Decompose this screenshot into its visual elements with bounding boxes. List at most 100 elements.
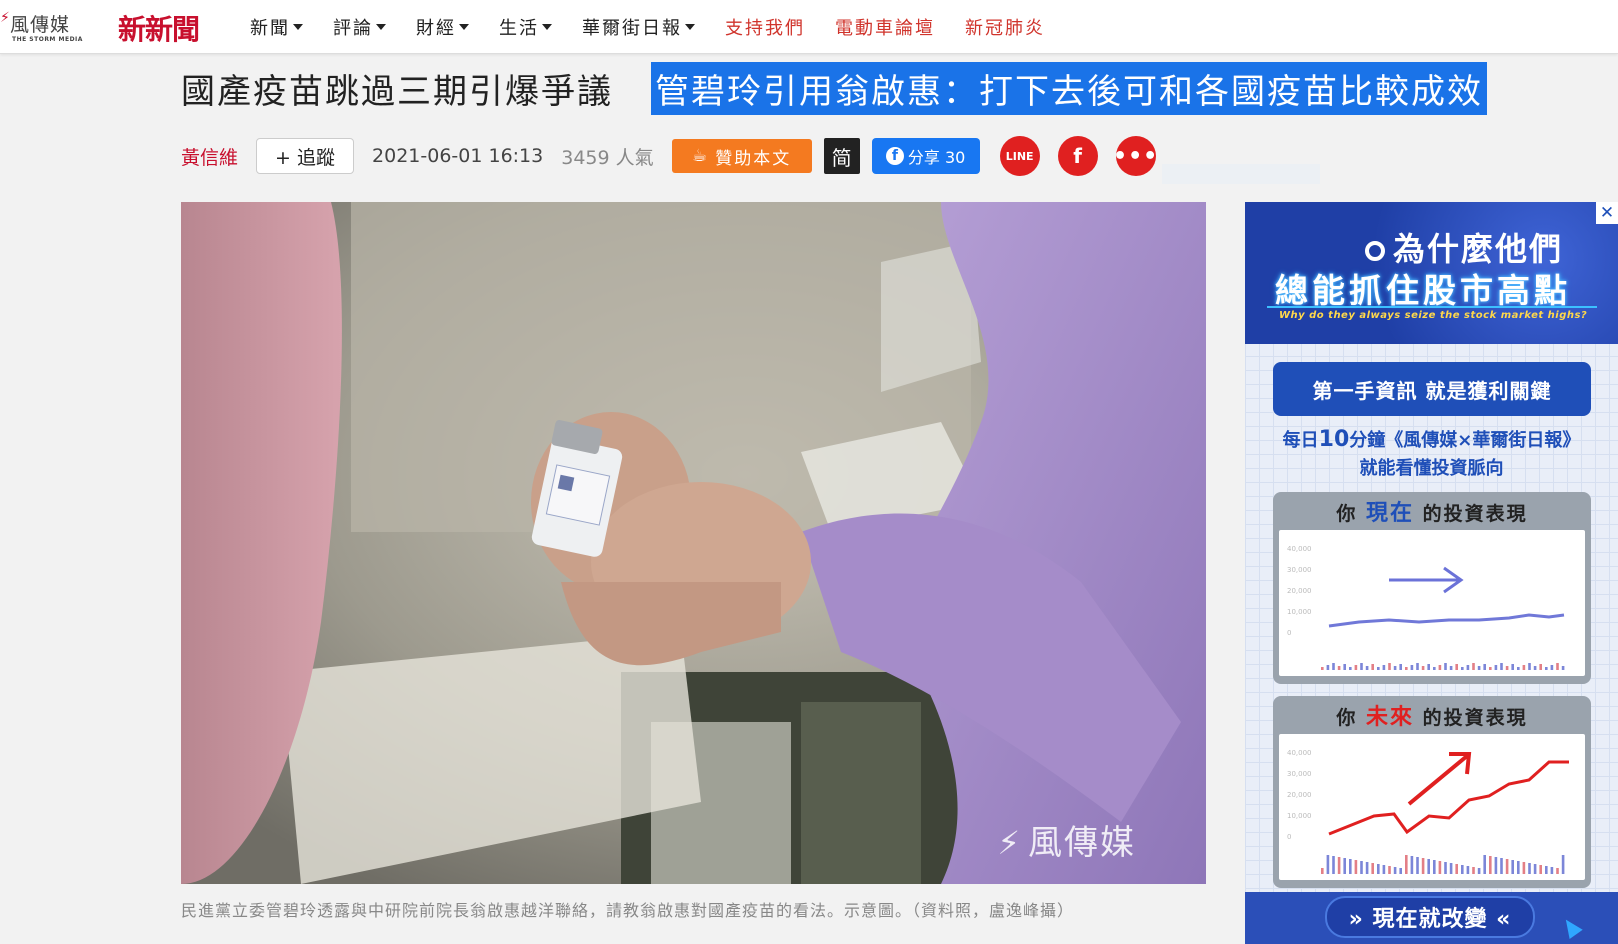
ad-chart-bar (1393, 666, 1397, 670)
article-title-main: 國產疫苗跳過三期引爆爭議 (181, 71, 613, 112)
ad-chart-bar (1416, 857, 1419, 874)
magnifier-icon (1365, 241, 1385, 261)
ad-headline-3: Why do they always seize the stock marke… (1279, 310, 1588, 321)
ad-chart-bar (1472, 663, 1475, 670)
ad-chart-bar (1528, 863, 1531, 874)
ad-chart-tick: 30,000 (1287, 770, 1312, 778)
ad-card-future-post: 的投資表現 (1422, 707, 1528, 729)
ad-cta-button[interactable]: » 現在就改變 « (1325, 896, 1535, 938)
ad-chart-bar (1360, 663, 1363, 670)
ad-chart-bar (1405, 667, 1408, 670)
ad-chart-bar (1421, 858, 1425, 874)
ad-card-future: 你 未來 的投資表現 40,000 30,000 20,000 10,000 0 (1273, 696, 1591, 888)
ad-chart-bar (1466, 866, 1470, 874)
hero-watermark-text: 風傳媒 (1028, 823, 1136, 863)
ad-chart-bar (1349, 667, 1352, 670)
ad-chart-bar (1332, 856, 1335, 874)
image-caption: 民進黨立委管碧玲透露與中研院前院長翁啟惠越洋聯絡，請教翁啟惠對國產疫苗的看法。示… (181, 901, 1075, 920)
author-link[interactable]: 黃信維 (181, 143, 238, 170)
new-news-logo[interactable]: 新新聞 (118, 8, 200, 48)
ad-chart-bar (1528, 663, 1531, 670)
ad-arrow-right-icon (1389, 566, 1464, 594)
ad-chart-bar (1455, 864, 1458, 874)
ad-chart-bar (1343, 664, 1346, 670)
simplified-chinese-button[interactable]: 简 (823, 138, 860, 174)
sidebar-ad[interactable]: 為什麼他們 總能抓住股市高點 Why do they always seize … (1245, 202, 1618, 944)
nav-item-label: 生活 (499, 18, 539, 39)
ad-chart-bar (1489, 667, 1492, 670)
ad-chart-bar (1533, 666, 1537, 670)
ad-chart-bar (1337, 857, 1341, 874)
ad-chart-bar (1477, 868, 1481, 874)
ad-desc-1-number: 10 (1318, 427, 1350, 452)
view-count: 3459 人氣 (561, 146, 654, 169)
ad-chart-bar (1556, 663, 1559, 670)
ad-chart-bar (1388, 866, 1391, 874)
follow-button[interactable]: + 追蹤 (256, 138, 355, 174)
logo-text: 風傳媒 (10, 14, 71, 36)
caret-down-icon (459, 24, 469, 30)
ad-chart-bar (1522, 665, 1526, 670)
ad-chart-bar (1500, 858, 1503, 874)
ad-card-future-pre: 你 (1336, 707, 1358, 729)
ad-chart-bar (1449, 666, 1453, 670)
ad-chart-bar (1550, 665, 1554, 670)
ad-desc-1-suffix: 分鐘《風傳媒×華爾街日報》 (1349, 430, 1581, 451)
ad-chart-bar (1321, 667, 1324, 670)
ad-chart-bar (1326, 665, 1330, 670)
ad-chart-bar (1433, 667, 1436, 670)
nav-item-7[interactable]: 新冠肺炎 (965, 14, 1045, 40)
ad-chart-bar (1539, 865, 1542, 874)
nav-item-5[interactable]: 支持我們 (725, 14, 805, 40)
faded-overlay (1162, 164, 1320, 184)
nav-item-label: 支持我們 (725, 18, 805, 39)
ad-chart-bar (1410, 665, 1414, 670)
facebook-circle-button[interactable]: f (1057, 136, 1098, 176)
line-share-button[interactable]: LINE (999, 136, 1040, 176)
ad-chart-tick: 0 (1287, 629, 1291, 637)
ad-chart-bar (1517, 861, 1520, 874)
nav-item-3[interactable]: 生活 (499, 14, 552, 40)
ad-chart-now: 40,000 30,000 20,000 10,000 0 (1279, 530, 1585, 676)
sponsor-button[interactable]: ☕ 贊助本文 (671, 139, 812, 173)
ad-chart-bar (1382, 865, 1386, 874)
ad-chart-bar (1421, 666, 1425, 670)
ad-chart-bar (1449, 863, 1453, 874)
more-share-button[interactable]: ••• (1113, 136, 1157, 176)
article-title: 國產疫苗跳過三期引爆爭議 管碧玲引用翁啟惠：打下去後可和各國疫苗比較成效 (181, 60, 1487, 116)
ad-chart-bar (1461, 667, 1464, 670)
nav-item-label: 財經 (416, 18, 456, 39)
ad-chart-bar (1349, 859, 1352, 874)
ad-chart-bar (1371, 664, 1374, 670)
nav-item-label: 新聞 (250, 18, 290, 39)
logo-bolt-icon: ⚡ (0, 10, 10, 26)
nav-item-1[interactable]: 評論 (333, 14, 386, 40)
nav-item-2[interactable]: 財經 (416, 14, 469, 40)
facebook-share-button[interactable]: f 分享 30 (871, 138, 980, 174)
ad-chart-bar (1517, 667, 1520, 670)
ad-desc-2: 就能看懂投資脈向 (1359, 458, 1504, 479)
ad-chart-bar (1461, 865, 1464, 874)
ad-chart-bar (1399, 664, 1402, 670)
nav-item-0[interactable]: 新聞 (250, 14, 303, 40)
ad-chart-bar (1561, 855, 1565, 874)
nav-item-label: 評論 (333, 18, 373, 39)
ad-chart-bar (1539, 664, 1542, 670)
hero-watermark: ⚡ 風傳媒 (998, 815, 1136, 864)
ad-chart-bar (1354, 665, 1358, 670)
nav-item-6[interactable]: 電動車論壇 (835, 14, 935, 40)
nav-item-4[interactable]: 華爾街日報 (582, 14, 695, 40)
ad-chart-bar (1365, 666, 1369, 670)
storm-media-logo[interactable]: ⚡ 風傳媒 THE STORM MEDIA (0, 8, 88, 46)
ad-chart-bar (1511, 664, 1514, 670)
ad-chart-bar (1354, 860, 1358, 874)
ad-chart-bar (1371, 863, 1374, 874)
ad-chart-bar (1466, 665, 1470, 670)
ad-chart-bar (1505, 666, 1509, 670)
ad-chart-tick: 0 (1287, 833, 1291, 841)
nav-item-label: 電動車論壇 (835, 18, 935, 39)
ad-close-button[interactable]: ✕ (1596, 202, 1618, 224)
ad-card-now-post: 的投資表現 (1422, 503, 1528, 525)
main-nav: 新聞 評論 財經 生活 華爾街日報 支持我們 電動車論壇 新冠肺炎 (250, 0, 1075, 54)
ad-chart-bar (1494, 665, 1498, 670)
